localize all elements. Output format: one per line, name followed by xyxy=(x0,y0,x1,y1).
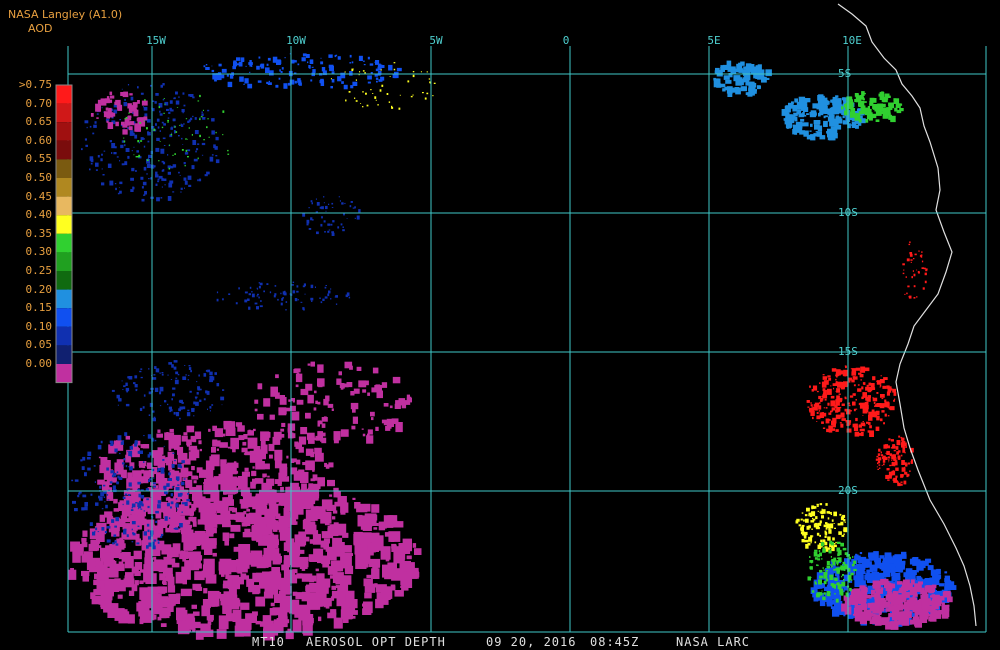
legend-swatch xyxy=(56,364,72,383)
status-footer: MT10 AEROSOL OPT DEPTH 09 20, 2016 08:45… xyxy=(0,634,1000,650)
low-aod-band xyxy=(216,281,351,311)
moderate-aod-north xyxy=(203,53,402,90)
legend-label: 0.70 xyxy=(25,96,53,110)
legend-label: 0.05 xyxy=(25,338,53,352)
legend-label: 0.25 xyxy=(25,264,53,277)
legend-label: 0.65 xyxy=(25,115,53,129)
moderate-aod-plume-ne xyxy=(713,60,772,97)
legend-label: 0.15 xyxy=(25,301,53,315)
aerosol-plumes xyxy=(68,53,957,641)
legend-swatch xyxy=(56,159,72,178)
legend-swatch xyxy=(56,196,72,216)
legend-swatch xyxy=(56,140,72,160)
lat-label-20s: 20S xyxy=(838,484,858,497)
legend-label: 0.20 xyxy=(25,282,53,296)
lon-label-15w: 15W xyxy=(146,34,166,47)
legend-swatch xyxy=(56,308,72,327)
legend-label: 0.30 xyxy=(25,245,53,259)
footer-time: 08:45Z xyxy=(590,635,640,649)
legend-label: 0.60 xyxy=(25,133,53,147)
legend-label: >0.75 xyxy=(18,78,52,91)
legend-swatch xyxy=(56,178,72,197)
legend-swatch xyxy=(56,215,72,234)
low-aod-specks-w xyxy=(111,360,225,422)
legend-swatch xyxy=(56,252,72,271)
legend-label: 0.45 xyxy=(25,189,53,203)
aerosol-map xyxy=(55,3,987,641)
legend-swatch xyxy=(56,271,72,290)
lat-label-15s: 15S xyxy=(838,345,858,358)
legend-swatch xyxy=(56,345,72,364)
legend-color-bar xyxy=(55,84,73,384)
legend-label: 0.35 xyxy=(25,226,53,240)
low-aod-specks-center xyxy=(302,196,361,236)
lat-label-5s: 5S xyxy=(838,67,852,80)
legend-swatch xyxy=(56,85,72,104)
legend-swatch xyxy=(56,233,72,253)
legend-swatch xyxy=(56,122,72,141)
lon-label-0: 0 xyxy=(562,34,570,47)
legend-label: 0.10 xyxy=(25,319,53,333)
legend-label: 0.00 xyxy=(25,357,53,370)
legend-label: 0.50 xyxy=(25,171,53,184)
high-aod-plume-15s xyxy=(806,365,897,437)
legend-swatch xyxy=(56,326,72,346)
footer-agency: NASA LARC xyxy=(676,635,751,649)
lon-label-10w: 10W xyxy=(286,34,306,47)
lon-label-5w: 5W xyxy=(429,34,443,47)
clean-air-nw xyxy=(90,91,148,135)
legend-label: 0.40 xyxy=(25,208,53,222)
footer-satellite: MT10 xyxy=(252,635,285,649)
lon-label-10e: 10E xyxy=(842,34,862,47)
legend-label: 0.55 xyxy=(25,152,53,166)
legend-swatch xyxy=(56,289,72,309)
lon-label-5e: 5E xyxy=(707,34,721,47)
footer-product: AEROSOL OPT DEPTH xyxy=(306,635,446,649)
legend-swatch xyxy=(56,103,72,123)
map-viewer: NASA Langley (A1.0) AOD 15W 10W 5W 0 5E … xyxy=(0,0,1000,650)
high-aod-specks-12s xyxy=(902,241,928,299)
footer-date: 09 20, 2016 xyxy=(486,635,577,649)
lat-label-10s: 10S xyxy=(838,206,858,219)
